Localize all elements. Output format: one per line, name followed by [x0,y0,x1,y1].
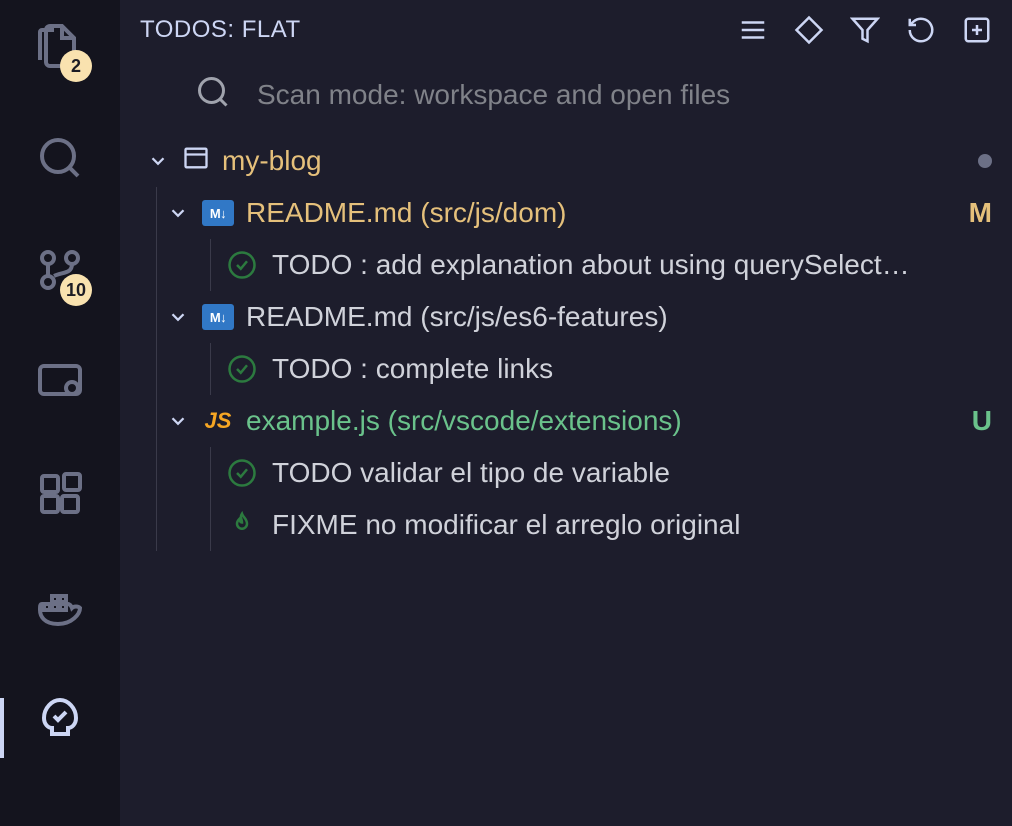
js-file-icon: JS [202,408,234,434]
chevron-down-icon [162,301,194,333]
workspace-icon [182,144,210,179]
activity-extensions[interactable] [0,466,120,522]
file-label: example.js (src/vscode/extensions) [246,405,952,437]
file-label: README.md (src/js/dom) [246,197,952,229]
sidebar-panel: TODOS: FLAT Scan mode: workspace and ope… [120,0,1012,826]
activity-source-control[interactable]: 10 [0,242,120,298]
sidebar-header: TODOS: FLAT [120,0,1012,60]
tree-file[interactable]: M↓ README.md (src/js/dom) M [120,187,1012,239]
sidebar-title: TODOS: FLAT [140,16,738,44]
chevron-down-icon [162,197,194,229]
activity-search[interactable] [0,130,120,186]
scm-status: M [962,197,992,229]
todo-text: TODO : complete links [272,353,992,385]
todo-text: TODO validar el tipo de variable [272,457,992,489]
markdown-file-icon: M↓ [202,200,234,226]
todo-text: TODO : add explanation about using query… [272,249,992,281]
sidebar-actions [738,15,992,45]
dirty-dot-icon [978,154,992,168]
activity-todo-tree[interactable] [0,690,120,746]
refresh-icon[interactable] [906,15,936,45]
check-circle-icon [226,457,258,489]
check-circle-icon [226,249,258,281]
search-icon [195,74,231,115]
chevron-down-icon [162,405,194,437]
todo-text: FIXME no modificar el arreglo original [272,509,992,541]
filter-icon[interactable] [850,15,880,45]
activity-bar: 2 10 [0,0,120,826]
explorer-badge: 2 [60,50,92,82]
tree-item[interactable]: TODO validar el tipo de variable [120,447,1012,499]
scm-status: U [962,405,992,437]
tree-item[interactable]: FIXME no modificar el arreglo original [120,499,1012,551]
tree-root[interactable]: my-blog [120,135,1012,187]
tree-file[interactable]: M↓ README.md (src/js/es6-features) [120,291,1012,343]
scan-mode-label: Scan mode: workspace and open files [257,79,730,111]
scan-mode-row[interactable]: Scan mode: workspace and open files [120,60,1012,129]
activity-remote[interactable] [0,354,120,410]
tree-file[interactable]: JS example.js (src/vscode/extensions) U [120,395,1012,447]
tag-icon[interactable] [794,15,824,45]
tree-item[interactable]: TODO : add explanation about using query… [120,239,1012,291]
markdown-file-icon: M↓ [202,304,234,330]
file-label: README.md (src/js/es6-features) [246,301,952,333]
root-label: my-blog [222,145,968,177]
tree-item[interactable]: TODO : complete links [120,343,1012,395]
flame-icon [226,509,258,541]
chevron-down-icon [142,145,174,177]
check-circle-icon [226,353,258,385]
activity-docker[interactable] [0,578,120,634]
list-icon[interactable] [738,15,768,45]
todo-tree: my-blog M↓ README.md (src/js/dom) M TODO… [120,135,1012,551]
scm-badge: 10 [60,274,92,306]
activity-explorer[interactable]: 2 [0,18,120,74]
expand-icon[interactable] [962,15,992,45]
